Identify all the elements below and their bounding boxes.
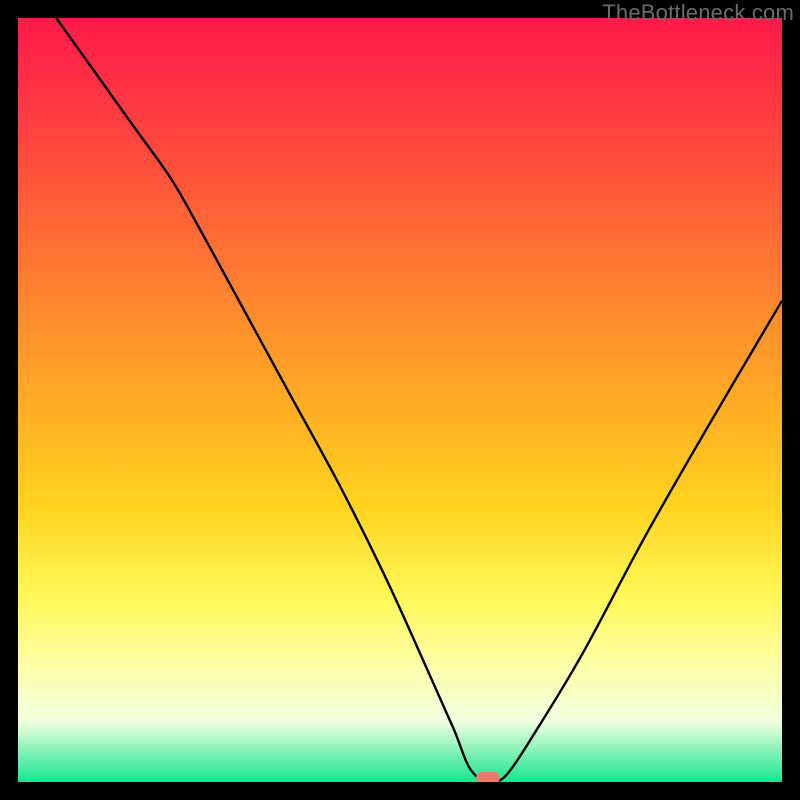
watermark-text: TheBottleneck.com xyxy=(602,0,794,26)
bottleneck-curve xyxy=(56,18,782,782)
min-marker xyxy=(476,772,500,782)
chart-frame: TheBottleneck.com xyxy=(0,0,800,800)
curve-layer xyxy=(18,18,782,782)
plot-area xyxy=(18,18,782,782)
